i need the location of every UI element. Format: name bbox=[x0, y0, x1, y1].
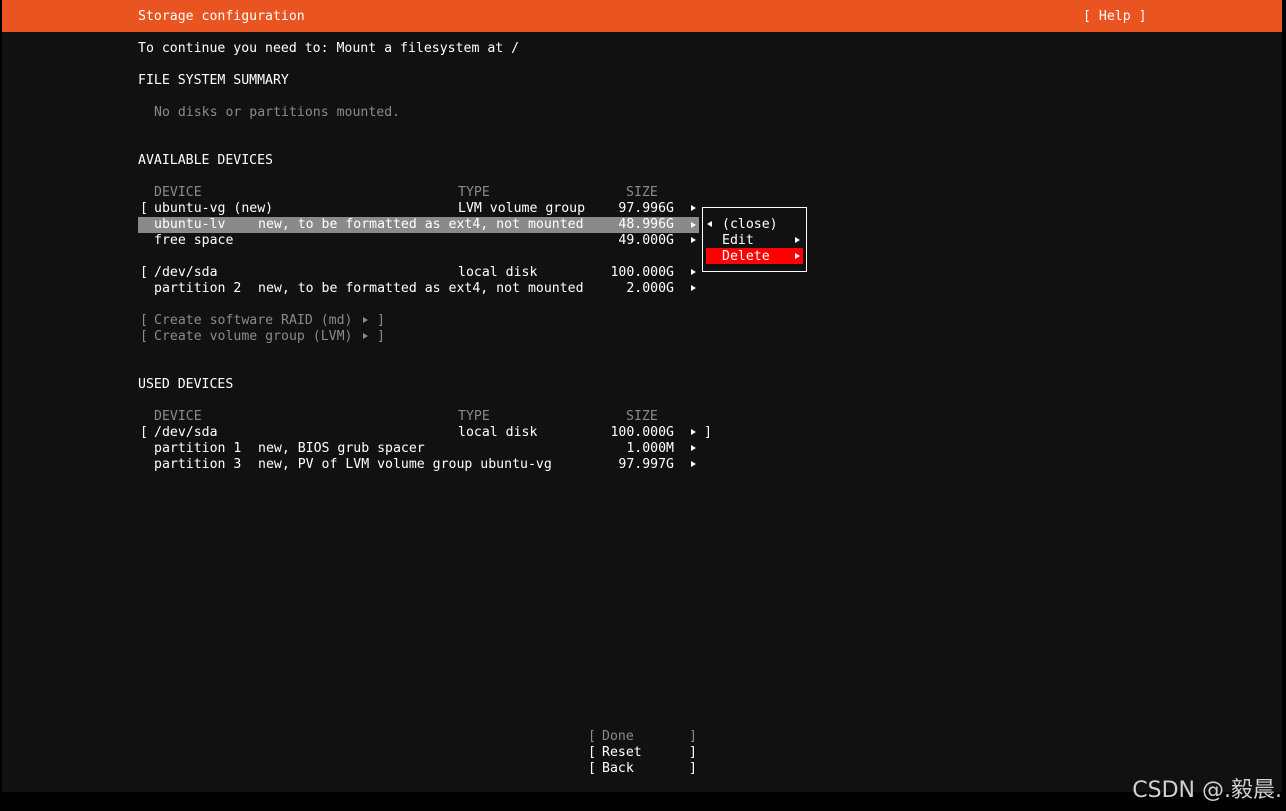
installer-screen: Storage configuration [ Help ] To contin… bbox=[2, 0, 1282, 792]
right-triangle-icon bbox=[363, 333, 368, 339]
button-label: Back bbox=[602, 761, 634, 776]
device-type: local disk bbox=[458, 425, 538, 440]
button-bracket-open: [ bbox=[588, 729, 596, 744]
device-size: 100.000G bbox=[610, 265, 674, 280]
device-name: ubuntu-lv bbox=[154, 217, 226, 232]
button-label: Done bbox=[602, 729, 634, 744]
fs-summary-empty: No disks or partitions mounted. bbox=[154, 105, 401, 120]
right-triangle-icon[interactable] bbox=[691, 269, 696, 275]
button-bracket-close: ] bbox=[377, 313, 385, 328]
row-bracket: [ bbox=[140, 201, 148, 216]
button-label: Create volume group (LVM) bbox=[154, 329, 353, 344]
device-name: free space bbox=[154, 233, 234, 248]
device-size: 48.996G bbox=[618, 217, 674, 232]
menu-item-label: Delete bbox=[722, 249, 770, 264]
instruction-message: To continue you need to: Mount a filesys… bbox=[138, 41, 520, 56]
button-bracket-open: [ bbox=[140, 329, 148, 344]
column-size: SIZE bbox=[626, 409, 658, 424]
device-type: new, to be formatted as ext4, not mounte… bbox=[258, 217, 584, 232]
device-action-menu: (close) Edit Delete bbox=[702, 207, 807, 272]
device-type: new, to be formatted as ext4, not mounte… bbox=[258, 281, 584, 296]
device-name: partition 2 bbox=[154, 281, 242, 296]
right-triangle-icon bbox=[795, 237, 800, 243]
column-type: TYPE bbox=[458, 185, 490, 200]
device-name: ubuntu-vg (new) bbox=[154, 201, 274, 216]
help-button[interactable]: [ Help ] bbox=[1083, 9, 1147, 25]
button-bracket-close: ] bbox=[689, 745, 697, 760]
button-bracket-open: [ bbox=[588, 745, 596, 760]
device-type: new, PV of LVM volume group ubuntu-vg bbox=[258, 457, 552, 472]
right-triangle-icon[interactable] bbox=[691, 237, 696, 243]
title-bar: Storage configuration [ Help ] bbox=[2, 0, 1282, 32]
device-size: 97.996G bbox=[618, 201, 674, 216]
device-name: /dev/sda bbox=[154, 425, 218, 440]
column-device: DEVICE bbox=[154, 185, 202, 200]
button-bracket-open: [ bbox=[140, 313, 148, 328]
right-triangle-icon[interactable] bbox=[691, 205, 696, 211]
device-size: 97.997G bbox=[618, 457, 674, 472]
device-type: LVM volume group bbox=[458, 201, 586, 216]
right-triangle-icon[interactable] bbox=[691, 222, 696, 228]
button-bracket-close: ] bbox=[689, 729, 697, 744]
right-triangle-icon[interactable] bbox=[691, 285, 696, 291]
right-triangle-icon[interactable] bbox=[691, 461, 696, 467]
right-triangle-icon bbox=[363, 317, 368, 323]
device-name: /dev/sda bbox=[154, 265, 218, 280]
right-triangle-icon[interactable] bbox=[691, 429, 696, 435]
button-label: Create software RAID (md) bbox=[154, 313, 353, 328]
button-label: Reset bbox=[602, 745, 642, 760]
watermark: CSDN @.毅晨. bbox=[1132, 778, 1282, 803]
device-size: 49.000G bbox=[618, 233, 674, 248]
right-triangle-icon[interactable] bbox=[691, 445, 696, 451]
column-device: DEVICE bbox=[154, 409, 202, 424]
menu-item-label: (close) bbox=[722, 217, 778, 232]
column-size: SIZE bbox=[626, 185, 658, 200]
row-bracket: [ bbox=[140, 425, 148, 440]
device-type: new, BIOS grub spacer bbox=[258, 441, 425, 456]
device-type: local disk bbox=[458, 265, 538, 280]
fs-summary-heading: FILE SYSTEM SUMMARY bbox=[138, 73, 289, 88]
device-name: partition 3 bbox=[154, 457, 242, 472]
device-size: 1.000M bbox=[626, 441, 674, 456]
row-bracket-close: ] bbox=[704, 425, 712, 440]
device-size: 2.000G bbox=[626, 281, 674, 296]
column-type: TYPE bbox=[458, 409, 490, 424]
page-title: Storage configuration bbox=[138, 9, 305, 24]
device-name: partition 1 bbox=[154, 441, 242, 456]
device-row-ubuntu-lv[interactable]: ubuntu-lv new, to be formatted as ext4, … bbox=[138, 217, 699, 233]
right-triangle-icon bbox=[795, 253, 800, 259]
button-bracket-close: ] bbox=[377, 329, 385, 344]
button-bracket-open: [ bbox=[588, 761, 596, 776]
menu-item-label: Edit bbox=[722, 233, 754, 248]
row-bracket: [ bbox=[140, 265, 148, 280]
available-devices-heading: AVAILABLE DEVICES bbox=[138, 153, 273, 168]
used-devices-heading: USED DEVICES bbox=[138, 377, 234, 392]
button-bracket-close: ] bbox=[689, 761, 697, 776]
device-size: 100.000G bbox=[610, 425, 674, 440]
left-triangle-icon bbox=[707, 221, 712, 227]
